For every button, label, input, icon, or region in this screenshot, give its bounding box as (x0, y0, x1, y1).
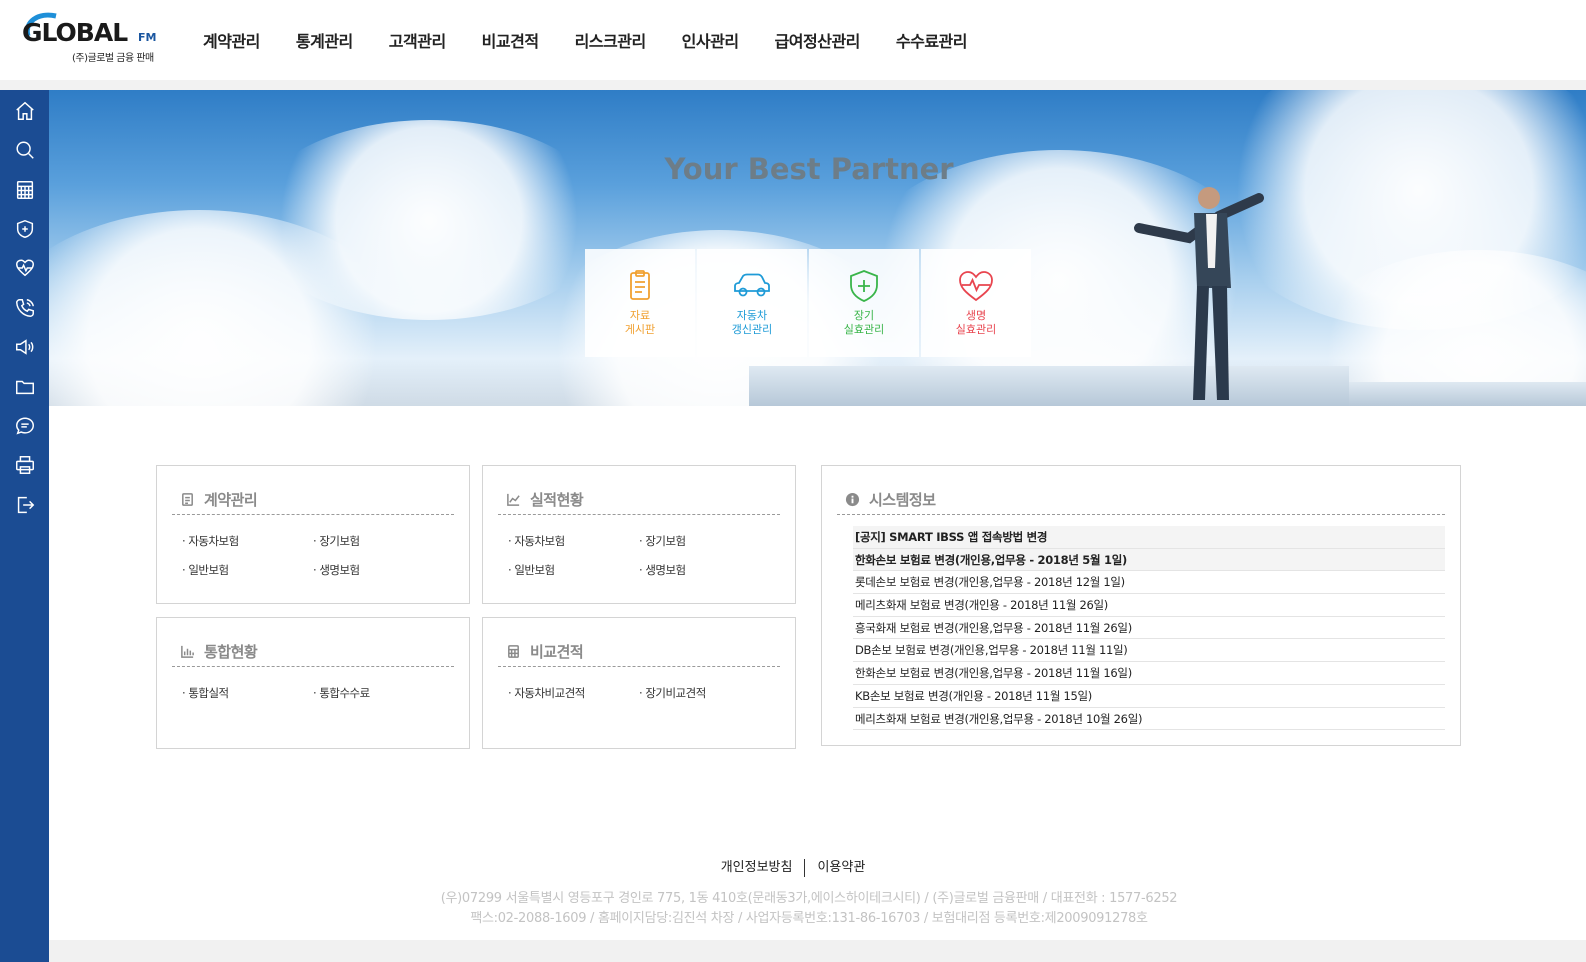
trend-chart-icon (507, 493, 520, 506)
notice-row[interactable]: 한화손보 보험료 변경(개인용,업무용 - 2018년 11월 16일) (853, 662, 1445, 685)
link-compare-auto[interactable]: 자동차비교견적 (508, 685, 639, 701)
panel-performance-header: 실적현황 (498, 484, 780, 515)
quick-life-lapse-label: 생명 실효관리 (955, 309, 997, 336)
quick-car-renewal-label: 자동차 갱신관리 (731, 309, 773, 336)
panel-performance-links: 자동차보험 장기보험 일반보험 생명보험 (508, 533, 778, 578)
car-icon (734, 273, 770, 297)
panel-integrated-header: 통합현황 (172, 636, 454, 667)
privacy-policy-link[interactable]: 개인정보방침 (721, 860, 793, 875)
quick-car-renewal[interactable]: 자동차 갱신관리 (697, 249, 807, 357)
nav-payroll[interactable]: 급여정산관리 (757, 28, 878, 52)
panel-contract: 계약관리 자동차보험 장기보험 일반보험 생명보험 (156, 465, 470, 604)
panel-system-info: 시스템정보 [공지] SMART IBSS 앱 접속방법 변경 한화손보 보험료… (821, 465, 1461, 746)
panel-compare: 비교견적 자동차비교견적 장기비교견적 (482, 617, 796, 749)
bar-chart-icon (181, 645, 194, 658)
notice-row[interactable]: 흥국화재 보험료 변경(개인용,업무용 - 2018년 11월 26일) (853, 617, 1445, 640)
search-icon[interactable] (12, 137, 37, 162)
printer-icon[interactable] (12, 452, 37, 477)
quick-longterm-lapse[interactable]: 장기 실효관리 (809, 249, 919, 357)
system-notice-list: [공지] SMART IBSS 앱 접속방법 변경 한화손보 보험료 변경(개인… (853, 526, 1445, 731)
megaphone-icon[interactable] (12, 334, 37, 359)
link-contract-life[interactable]: 생명보험 (313, 562, 444, 578)
link-contract-auto[interactable]: 자동차보험 (182, 533, 313, 549)
logout-icon[interactable] (12, 492, 37, 517)
quick-menu: 자료 게시판 자동차 갱신관리 장기 실효관리 생명 실효관리 (585, 249, 1031, 357)
nav-customers[interactable]: 고객관리 (371, 28, 464, 52)
nav-risk[interactable]: 리스크관리 (557, 28, 664, 52)
panel-system-title: 시스템정보 (869, 490, 936, 509)
logo-subtitle: (주)글로벌 금융 판매 (72, 53, 154, 64)
shield-plus-icon (850, 270, 878, 302)
logo-suffix: FM (138, 31, 157, 44)
quick-board-label: 자료 게시판 (624, 309, 656, 336)
document-icon (182, 492, 193, 506)
nav-statistics[interactable]: 통계관리 (278, 28, 371, 52)
logo[interactable]: GLOBAL FM (주)글로벌 금융 판매 (22, 12, 167, 68)
panel-performance-title: 실적현황 (530, 490, 584, 509)
heart-pulse-icon (959, 271, 993, 302)
hero-title: Your Best Partner (664, 152, 954, 186)
calculator-icon[interactable] (12, 177, 37, 202)
panel-performance: 실적현황 자동차보험 장기보험 일반보험 생명보험 (482, 465, 796, 604)
bottom-bar (49, 940, 1586, 962)
main-nav: 계약관리 통계관리 고객관리 비교견적 리스크관리 인사관리 급여정산관리 수수… (185, 0, 985, 80)
notice-row[interactable]: 한화손보 보험료 변경(개인용,업무용 - 2018년 5월 1일) (853, 548, 1445, 572)
footer-links: 개인정보방침 이용약관 (0, 856, 1586, 877)
link-integrated-commission[interactable]: 통합수수료 (313, 685, 444, 701)
phone-icon[interactable] (12, 295, 37, 320)
quick-longterm-lapse-label: 장기 실효관리 (843, 309, 885, 336)
folder-icon[interactable] (12, 374, 37, 399)
calculator-icon (508, 644, 519, 658)
businessman-illustration (1134, 187, 1264, 400)
link-contract-longterm[interactable]: 장기보험 (313, 533, 444, 549)
footer-company-info: 팩스:02-2088-1609 / 홈페이지담당:김진석 차장 / 사업자등록번… (470, 911, 1148, 926)
link-performance-general[interactable]: 일반보험 (508, 562, 639, 578)
notice-row[interactable]: 메리츠화재 보험료 변경(개인용 - 2018년 11월 26일) (853, 594, 1445, 617)
notice-row[interactable]: 롯데손보 보험료 변경(개인용,업무용 - 2018년 12월 1일) (853, 571, 1445, 595)
panel-integrated-title: 통합현황 (204, 642, 258, 661)
link-performance-auto[interactable]: 자동차보험 (508, 533, 639, 549)
panel-integrated: 통합현황 통합실적 통합수수료 (156, 617, 470, 749)
footer-address: (우)07299 서울특별시 영등포구 경인로 775, 1동 410호(문래동… (440, 891, 1178, 906)
hero-banner: Your Best Partner 자료 게시판 자동차 갱신관리 장기 실효관… (49, 90, 1586, 406)
terms-link[interactable]: 이용약관 (817, 860, 865, 875)
panel-contract-header: 계약관리 (172, 484, 454, 515)
panel-integrated-links: 통합실적 통합수수료 (182, 685, 452, 701)
nav-hr[interactable]: 인사관리 (664, 28, 757, 52)
chat-icon[interactable] (12, 413, 37, 438)
info-icon (845, 492, 860, 506)
shield-icon[interactable] (12, 216, 37, 241)
clipboard-icon (630, 270, 650, 300)
nav-commission[interactable]: 수수료관리 (878, 28, 985, 52)
panel-contract-links: 자동차보험 장기보험 일반보험 생명보험 (182, 533, 452, 578)
notice-row[interactable]: 메리츠화재 보험료 변경(개인용,업무용 - 2018년 10월 26일) (853, 708, 1445, 731)
panel-system-header: 시스템정보 (837, 484, 1445, 515)
heartbeat-icon[interactable] (12, 255, 37, 280)
quick-board[interactable]: 자료 게시판 (585, 249, 695, 357)
link-performance-longterm[interactable]: 장기보험 (639, 533, 770, 549)
ice-ground (1349, 382, 1586, 406)
panel-compare-header: 비교견적 (498, 636, 780, 667)
footer-separator (804, 858, 806, 877)
quick-life-lapse[interactable]: 생명 실효관리 (921, 249, 1031, 357)
header-divider (0, 80, 1586, 90)
logo-text: GLOBAL (22, 18, 128, 47)
home-icon[interactable] (12, 98, 37, 123)
link-compare-longterm[interactable]: 장기비교견적 (639, 685, 770, 701)
nav-compare-quote[interactable]: 비교견적 (464, 28, 557, 52)
notice-row[interactable]: KB손보 보험료 변경(개인용 - 2018년 11월 15일) (853, 685, 1445, 708)
notice-row[interactable]: DB손보 보험료 변경(개인용,업무용 - 2018년 11월 11일) (853, 639, 1445, 663)
link-contract-general[interactable]: 일반보험 (182, 562, 313, 578)
header: GLOBAL FM (주)글로벌 금융 판매 계약관리 통계관리 고객관리 비교… (0, 0, 1586, 80)
panel-compare-links: 자동차비교견적 장기비교견적 (508, 685, 778, 701)
link-integrated-performance[interactable]: 통합실적 (182, 685, 313, 701)
panel-compare-title: 비교견적 (530, 642, 584, 661)
panel-contract-title: 계약관리 (204, 490, 258, 509)
link-performance-life[interactable]: 생명보험 (639, 562, 770, 578)
nav-contract[interactable]: 계약관리 (185, 28, 278, 52)
notice-row[interactable]: [공지] SMART IBSS 앱 접속방법 변경 (853, 526, 1445, 549)
sidebar (0, 90, 49, 962)
